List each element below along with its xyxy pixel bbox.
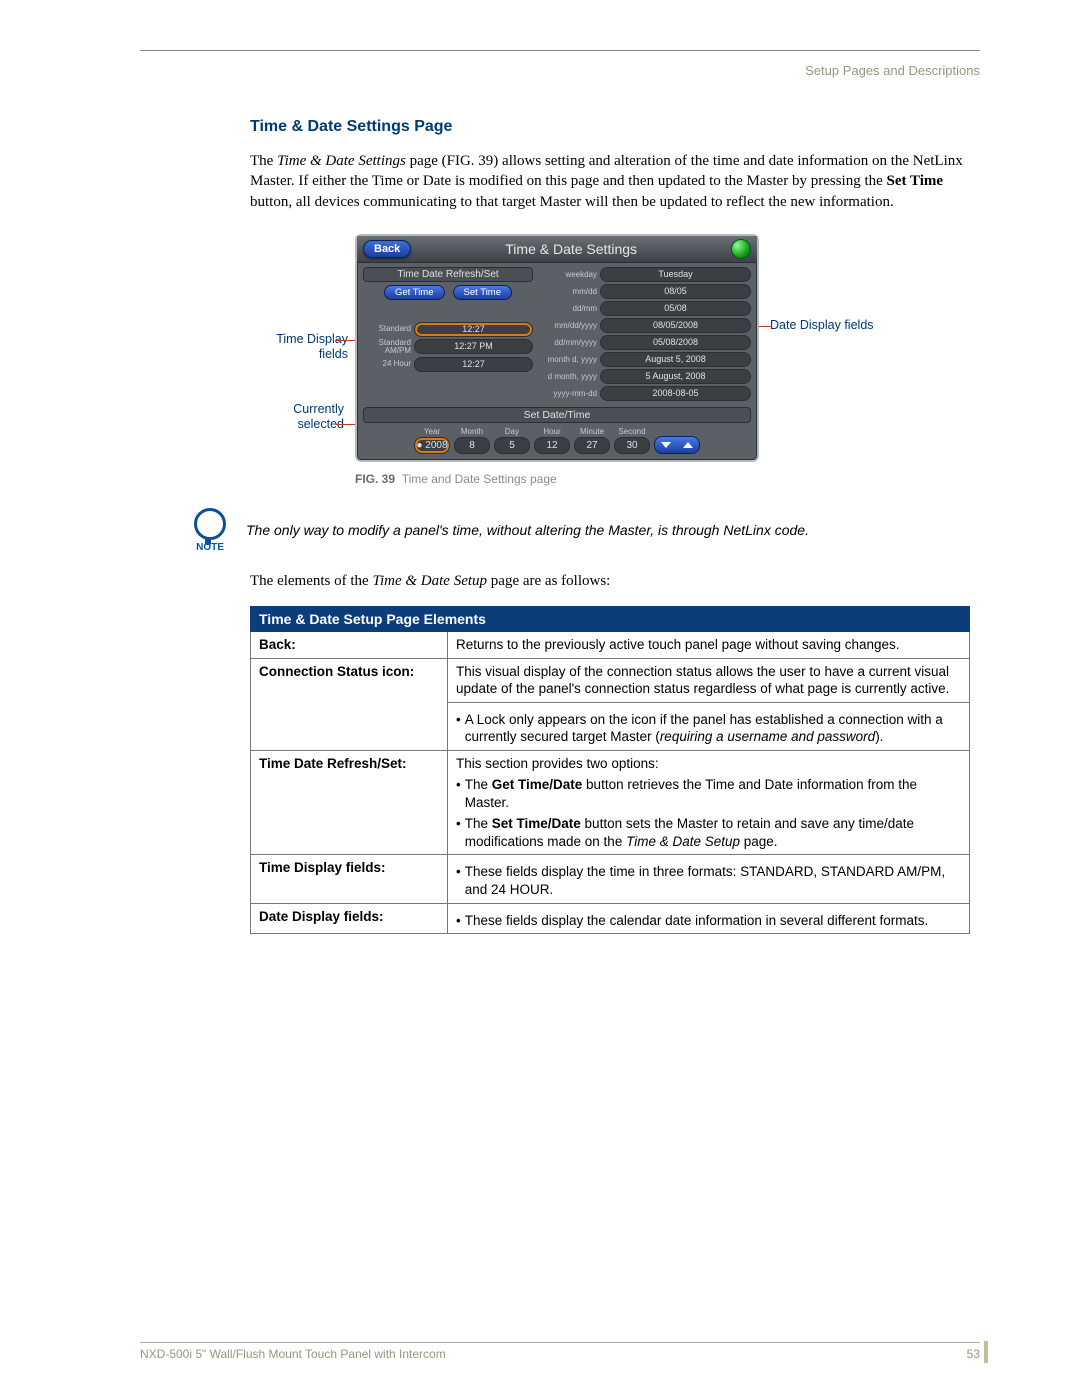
set-time-button[interactable]: Set Time <box>453 285 513 300</box>
spinner-day[interactable]: Day5 <box>494 427 530 454</box>
table-header: Time & Date Setup Page Elements <box>251 607 970 632</box>
callout-currently-selected: Currently selected <box>264 402 344 432</box>
date-row: dd/mm/yyyy05/08/2008 <box>537 335 751 350</box>
note-block: NOTE The only way to modify a panel's ti… <box>192 508 970 553</box>
table-row: Back: Returns to the previously active t… <box>251 632 970 659</box>
date-row: mm/dd/yyyy08/05/2008 <box>537 318 751 333</box>
spinner-year[interactable]: Year● 2008 <box>414 427 450 454</box>
header-section: Setup Pages and Descriptions <box>140 63 980 78</box>
figure-39: Time Display fields Currently selected D… <box>250 234 970 464</box>
spinner-minute[interactable]: Minute27 <box>574 427 610 454</box>
spinner-hour[interactable]: Hour12 <box>534 427 570 454</box>
set-date-time-banner: Set Date/Time <box>363 407 751 423</box>
callout-date-display: Date Display fields <box>770 318 880 333</box>
footer-accent-icon <box>984 1341 988 1363</box>
get-time-button[interactable]: Get Time <box>384 285 445 300</box>
table-row: Connection Status icon: This visual disp… <box>251 658 970 702</box>
callout-time-display: Time Display fields <box>248 332 348 362</box>
table-row: Time Display fields: •These fields displ… <box>251 855 970 903</box>
spinner-month[interactable]: Month8 <box>454 427 490 454</box>
elements-table: Time & Date Setup Page Elements Back: Re… <box>250 606 970 934</box>
spinner-second[interactable]: Second30 <box>614 427 650 454</box>
figure-caption: FIG. 39 Time and Date Settings page <box>355 472 970 486</box>
table-row: Time Date Refresh/Set: This section prov… <box>251 750 970 855</box>
chevron-up-icon[interactable] <box>683 442 693 448</box>
refresh-set-header: Time Date Refresh/Set <box>363 267 533 282</box>
spinner-arrows[interactable] <box>654 436 700 454</box>
time-row-ampm: Standard AM/PM 12:27 PM <box>363 339 533 355</box>
settings-panel: Back Time & Date Settings Time Date Refr… <box>355 234 759 462</box>
date-row: dd/mm05/08 <box>537 301 751 316</box>
page-footer: NXD-500i 5" Wall/Flush Mount Touch Panel… <box>140 1342 980 1361</box>
bulb-icon <box>194 508 226 540</box>
back-button[interactable]: Back <box>363 240 411 258</box>
date-row: month d, yyyyAugust 5, 2008 <box>537 352 751 367</box>
table-row: Date Display fields: •These fields displ… <box>251 903 970 934</box>
section-heading: Time & Date Settings Page <box>250 118 970 136</box>
date-row: weekdayTuesday <box>537 267 751 282</box>
intro-paragraph: The Time & Date Settings page (FIG. 39) … <box>250 151 970 212</box>
time-row-24h: 24 Hour 12:27 <box>363 357 533 372</box>
date-row: mm/dd08/05 <box>537 284 751 299</box>
panel-title: Time & Date Settings <box>411 241 731 257</box>
chevron-down-icon[interactable] <box>661 442 671 448</box>
date-row: yyyy-mm-dd2008-08-05 <box>537 386 751 401</box>
date-row: d month, yyyy5 August, 2008 <box>537 369 751 384</box>
follow-paragraph: The elements of the Time & Date Setup pa… <box>250 571 970 591</box>
connection-status-icon <box>731 239 751 259</box>
time-row-standard: Standard 12:27 <box>363 322 533 337</box>
